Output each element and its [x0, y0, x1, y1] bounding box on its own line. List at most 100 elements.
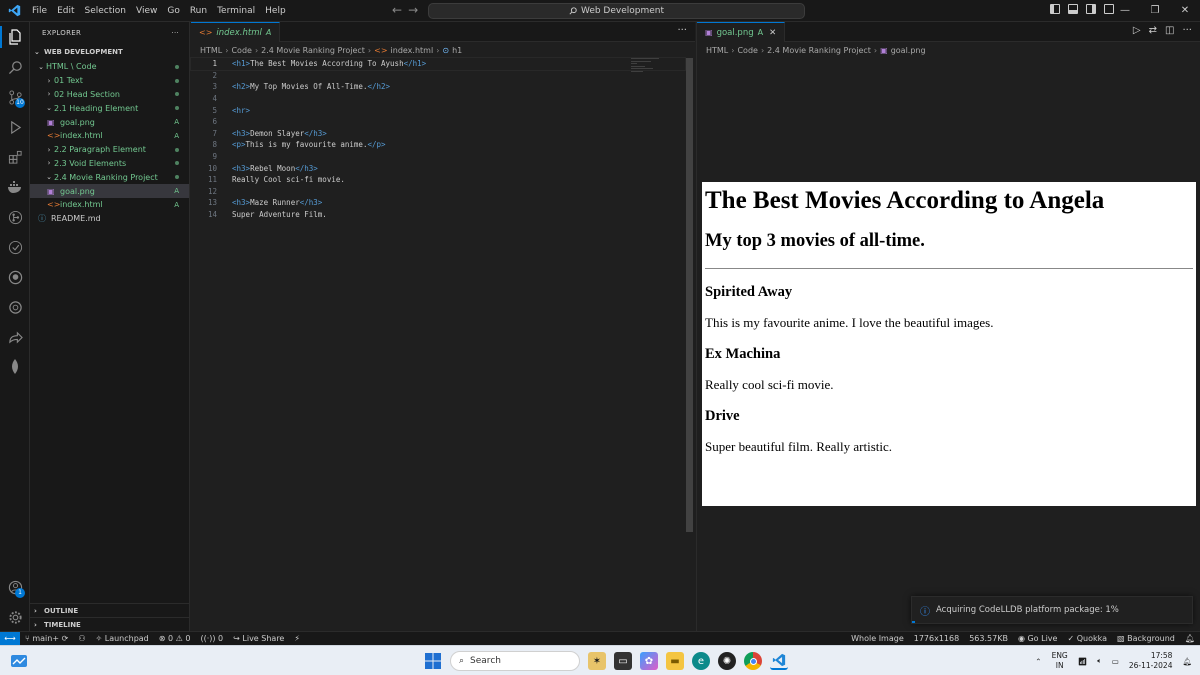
close-tab-icon[interactable]: ✕	[769, 28, 776, 38]
forward-arrow-icon[interactable]: →	[408, 3, 418, 17]
plug-icon[interactable]: ⚡	[289, 634, 305, 643]
code-line[interactable]: 14 Super Adventure Film.	[191, 209, 685, 221]
timeline-section[interactable]: › TIMELINE	[30, 617, 190, 631]
run-icon[interactable]: ▷	[1133, 25, 1141, 36]
tree-folder-html-code[interactable]: ⌄ HTML \ Code	[30, 60, 189, 74]
wifi-icon[interactable]: 📶︎	[1078, 657, 1088, 666]
task-view-icon[interactable]: ▭	[614, 652, 632, 670]
more-actions-icon[interactable]: ···	[1182, 25, 1192, 36]
code-line[interactable]: 3 <h2>My Top Movies Of All-Time.</h2>	[191, 81, 685, 93]
close-icon[interactable]: ✕	[1170, 0, 1200, 22]
start-windows-icon[interactable]	[424, 652, 442, 670]
remote-indicator-icon[interactable]: ⟷	[0, 631, 20, 646]
vertical-scrollbar[interactable]	[686, 58, 693, 532]
chrome-browser-icon[interactable]	[744, 652, 762, 670]
tree-folder-2-3-void[interactable]: › 2.3 Void Elements	[30, 157, 189, 171]
code-line[interactable]: 5 <hr>	[191, 104, 685, 116]
accounts-icon[interactable]: 1	[5, 577, 25, 598]
tree-folder-2-1-heading[interactable]: ⌄ 2.1 Heading Element	[30, 101, 189, 115]
file-explorer-icon[interactable]: ▬	[666, 652, 684, 670]
breadcrumb-item[interactable]: goal.png	[891, 46, 926, 55]
gitlens-icon[interactable]	[5, 207, 25, 227]
restore-icon[interactable]: ❐	[1140, 0, 1170, 22]
code-line[interactable]: 2	[191, 70, 685, 82]
menu-edit[interactable]: Edit	[52, 0, 79, 22]
tree-file-index-html[interactable]: <> index.html A	[30, 129, 189, 143]
code-line[interactable]: 4	[191, 93, 685, 105]
workspace-header[interactable]: ⌄ WEB DEVELOPMENT	[30, 44, 189, 60]
ports-indicator[interactable]: ((·)) 0	[195, 634, 228, 643]
tree-folder-2-2-paragraph[interactable]: › 2.2 Paragraph Element	[30, 143, 189, 157]
tree-folder-2-4-movie[interactable]: ⌄ 2.4 Movie Ranking Project	[30, 170, 189, 184]
clock[interactable]: 17:58 26-11-2024	[1129, 651, 1173, 671]
code-line[interactable]: 9	[191, 151, 685, 163]
breadcrumb-item[interactable]: h1	[452, 46, 462, 55]
open-changes-icon[interactable]: ⇄	[1149, 25, 1157, 36]
edge-browser-icon[interactable]: e	[692, 652, 710, 670]
testing-icon[interactable]	[5, 237, 25, 257]
volume-icon[interactable]: 🔈︎	[1097, 656, 1102, 666]
code-line[interactable]: 7 <h3>Demon Slayer</h3>	[191, 128, 685, 140]
code-line[interactable]: 10 <h3>Rebel Moon</h3>	[191, 162, 685, 174]
menu-view[interactable]: View	[131, 0, 162, 22]
breadcrumb-item[interactable]: 2.4 Movie Ranking Project	[261, 46, 365, 55]
code-line[interactable]: 12	[191, 186, 685, 198]
breadcrumb-item[interactable]: 2.4 Movie Ranking Project	[767, 46, 871, 55]
docker-icon[interactable]	[5, 177, 25, 197]
command-center[interactable]: Web Development	[428, 3, 805, 19]
code-editor[interactable]: 1 <h1>The Best Movies According To Ayush<…	[190, 57, 686, 221]
notifications-bell-icon[interactable]: 🔔︎	[1180, 634, 1200, 643]
menu-run[interactable]: Run	[185, 0, 212, 22]
minimize-icon[interactable]: —	[1110, 0, 1140, 22]
language-indicator[interactable]: ENG IN	[1052, 651, 1068, 671]
live-share-icon[interactable]	[5, 327, 25, 347]
menu-go[interactable]: Go	[162, 0, 184, 22]
code-line[interactable]: 6	[191, 116, 685, 128]
vscode-taskbar-icon[interactable]	[770, 652, 788, 670]
whole-image-item[interactable]: Whole Image	[846, 634, 909, 643]
breadcrumb-item[interactable]: Code	[737, 46, 757, 55]
more-actions-icon[interactable]: ···	[171, 29, 179, 37]
background-item[interactable]: ▧ Background	[1112, 634, 1180, 643]
problems-indicator[interactable]: ⊗ 0 ⚠ 0	[154, 634, 196, 643]
code-line[interactable]: 11 Really Cool sci-fi movie.	[191, 174, 685, 186]
minimap[interactable]	[631, 58, 661, 78]
mongodb-leaf-icon[interactable]	[5, 357, 25, 377]
battery-icon[interactable]: ▭	[1112, 657, 1119, 666]
split-editor-icon[interactable]: ◫	[1165, 25, 1174, 36]
tree-folder-02-head-section[interactable]: › 02 Head Section	[30, 88, 189, 102]
breadcrumb-item[interactable]: index.html	[391, 46, 434, 55]
code-line[interactable]: 8 <p>This is my favourite anime.</p>	[191, 139, 685, 151]
back-arrow-icon[interactable]: ←	[392, 3, 402, 17]
notification-center-icon[interactable]: 🔔︎	[1182, 657, 1192, 666]
extensions-icon[interactable]	[5, 147, 25, 167]
menu-selection[interactable]: Selection	[80, 0, 131, 22]
tree-folder-01-text[interactable]: › 01 Text	[30, 74, 189, 88]
branch-indicator[interactable]: ⑂ main+ ⟳	[20, 634, 73, 643]
chevron-up-icon[interactable]: ⌃	[1035, 657, 1041, 666]
tree-file-goal-png-selected[interactable]: ▣ goal.png A	[30, 184, 189, 198]
tab-goal-png[interactable]: ▣ goal.png A ✕	[697, 22, 786, 42]
more-actions-icon[interactable]: ···	[677, 25, 687, 36]
menu-terminal[interactable]: Terminal	[212, 0, 260, 22]
explorer-icon[interactable]	[5, 27, 25, 47]
go-live-item[interactable]: ◉ Go Live	[1013, 634, 1063, 643]
code-line[interactable]: 13 <h3>Maze Runner</h3>	[191, 197, 685, 209]
toggle-secondary-sidebar-icon[interactable]	[1086, 4, 1096, 14]
git-graph-icon[interactable]: ⚇	[73, 634, 90, 643]
toggle-sidebar-icon[interactable]	[1050, 4, 1060, 14]
tab-index-html[interactable]: <> index.html A	[191, 22, 281, 42]
launchpad-item[interactable]: ✧ Launchpad	[90, 634, 153, 643]
copilot-icon[interactable]	[5, 297, 25, 317]
quokka-item[interactable]: ✓ Quokka	[1062, 634, 1112, 643]
breadcrumb-item[interactable]: Code	[231, 46, 251, 55]
github-icon[interactable]	[5, 267, 25, 287]
copilot-icon[interactable]: ✿	[640, 652, 658, 670]
source-control-icon[interactable]: 10	[5, 87, 25, 108]
outline-section[interactable]: › OUTLINE	[30, 603, 190, 617]
search-icon[interactable]	[5, 57, 25, 77]
code-line[interactable]: 1 <h1>The Best Movies According To Ayush<…	[190, 57, 686, 71]
chatgpt-icon[interactable]: ✺	[718, 652, 736, 670]
widgets-icon[interactable]	[8, 651, 30, 671]
toggle-panel-icon[interactable]	[1068, 4, 1078, 14]
